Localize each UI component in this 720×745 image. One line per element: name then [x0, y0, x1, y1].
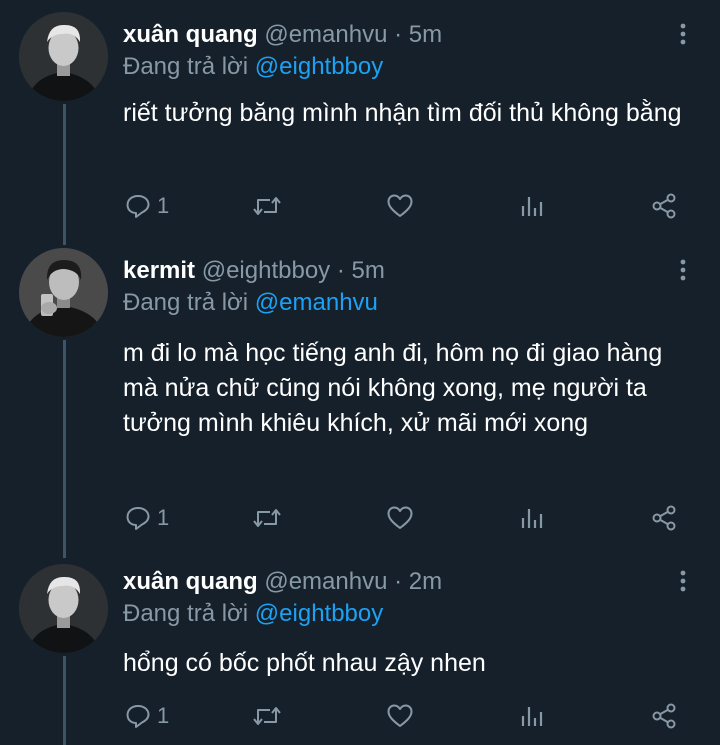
tweet-actions: 1: [0, 498, 720, 538]
like-button[interactable]: [386, 186, 414, 226]
tweet-actions: 1: [0, 696, 720, 736]
like-icon: [387, 704, 413, 727]
more-options-button[interactable]: [672, 256, 694, 286]
replying-to-label: Đang trả lời: [123, 600, 249, 627]
user-handle[interactable]: @emanhvu: [264, 21, 387, 48]
mention-link[interactable]: @eightbboy: [255, 53, 383, 80]
reply-count: 1: [157, 703, 170, 728]
more-vertical-icon: [680, 23, 686, 45]
analytics-icon: [521, 197, 543, 216]
reply-button[interactable]: 1: [125, 498, 169, 538]
analytics-icon: [521, 707, 543, 726]
tweet-header: xuân quang @emanhvu · 5m: [123, 20, 442, 50]
tweet[interactable]: kermit @eightbboy · 5m Đang trả lời @ema…: [0, 236, 720, 558]
reply-icon: [126, 195, 150, 218]
replying-to-label: Đang trả lời: [123, 289, 249, 316]
reply-icon: [126, 507, 150, 530]
tweet[interactable]: xuân quang @emanhvu · 2m Đang trả lời @e…: [0, 552, 720, 745]
separator-dot: ·: [394, 21, 403, 48]
retweet-icon: [253, 707, 281, 725]
like-icon: [387, 506, 413, 529]
user-handle[interactable]: @eightbboy: [202, 257, 330, 284]
tweet-text: riết tưởng băng mình nhận tìm đối thủ kh…: [123, 99, 682, 127]
retweet-icon: [253, 509, 281, 527]
avatar-photo-icon: [19, 248, 108, 337]
retweet-button[interactable]: [251, 498, 283, 538]
avatar[interactable]: [19, 248, 108, 337]
avatar[interactable]: [19, 564, 108, 653]
reply-icon: [126, 705, 150, 728]
timestamp[interactable]: 2m: [409, 568, 442, 595]
analytics-button[interactable]: [519, 498, 545, 538]
more-options-button[interactable]: [672, 20, 694, 50]
replying-to: Đang trả lời @eightbboy: [123, 52, 383, 82]
tweet-thread: xuân quang @emanhvu · 5m Đang trả lời @e…: [0, 0, 720, 745]
avatar[interactable]: [19, 12, 108, 101]
mention-link[interactable]: @emanhvu: [255, 289, 378, 316]
tweet-header: kermit @eightbboy · 5m: [123, 256, 385, 286]
display-name[interactable]: kermit: [123, 257, 195, 284]
retweet-button[interactable]: [251, 186, 283, 226]
tweet-text: hổng có bốc phốt nhau zậy nhen: [123, 649, 486, 677]
display-name[interactable]: xuân quang: [123, 21, 258, 48]
tweet-text: m đi lo mà học tiếng anh đi, hôm nọ đi g…: [123, 339, 663, 437]
reply-button[interactable]: 1: [125, 696, 169, 736]
separator-dot: ·: [336, 257, 345, 284]
share-button[interactable]: [650, 186, 678, 226]
share-button[interactable]: [650, 696, 678, 736]
retweet-icon: [253, 197, 281, 215]
timestamp[interactable]: 5m: [352, 257, 385, 284]
more-vertical-icon: [680, 570, 686, 592]
avatar-photo-icon: [19, 12, 108, 101]
like-icon: [387, 194, 413, 217]
more-vertical-icon: [680, 259, 686, 281]
replying-to-label: Đang trả lời: [123, 53, 249, 80]
timestamp[interactable]: 5m: [409, 21, 442, 48]
share-icon: [652, 193, 676, 219]
replying-to: Đang trả lời @eightbboy: [123, 599, 383, 629]
tweet-header: xuân quang @emanhvu · 2m: [123, 567, 442, 597]
mention-link[interactable]: @eightbboy: [255, 600, 383, 627]
retweet-button[interactable]: [251, 696, 283, 736]
reply-count: 1: [157, 193, 170, 218]
reply-button[interactable]: 1: [125, 186, 169, 226]
share-button[interactable]: [650, 498, 678, 538]
like-button[interactable]: [386, 696, 414, 736]
avatar-photo-icon: [19, 564, 108, 653]
like-button[interactable]: [386, 498, 414, 538]
tweet[interactable]: xuân quang @emanhvu · 5m Đang trả lời @e…: [0, 0, 720, 245]
analytics-button[interactable]: [519, 186, 545, 226]
more-options-button[interactable]: [672, 567, 694, 597]
analytics-icon: [521, 509, 543, 528]
replying-to: Đang trả lời @emanhvu: [123, 288, 378, 318]
user-handle[interactable]: @emanhvu: [264, 568, 387, 595]
analytics-button[interactable]: [519, 696, 545, 736]
separator-dot: ·: [394, 568, 403, 595]
share-icon: [652, 703, 676, 729]
tweet-actions: 1: [0, 186, 720, 226]
share-icon: [652, 505, 676, 531]
reply-count: 1: [157, 505, 170, 530]
display-name[interactable]: xuân quang: [123, 568, 258, 595]
